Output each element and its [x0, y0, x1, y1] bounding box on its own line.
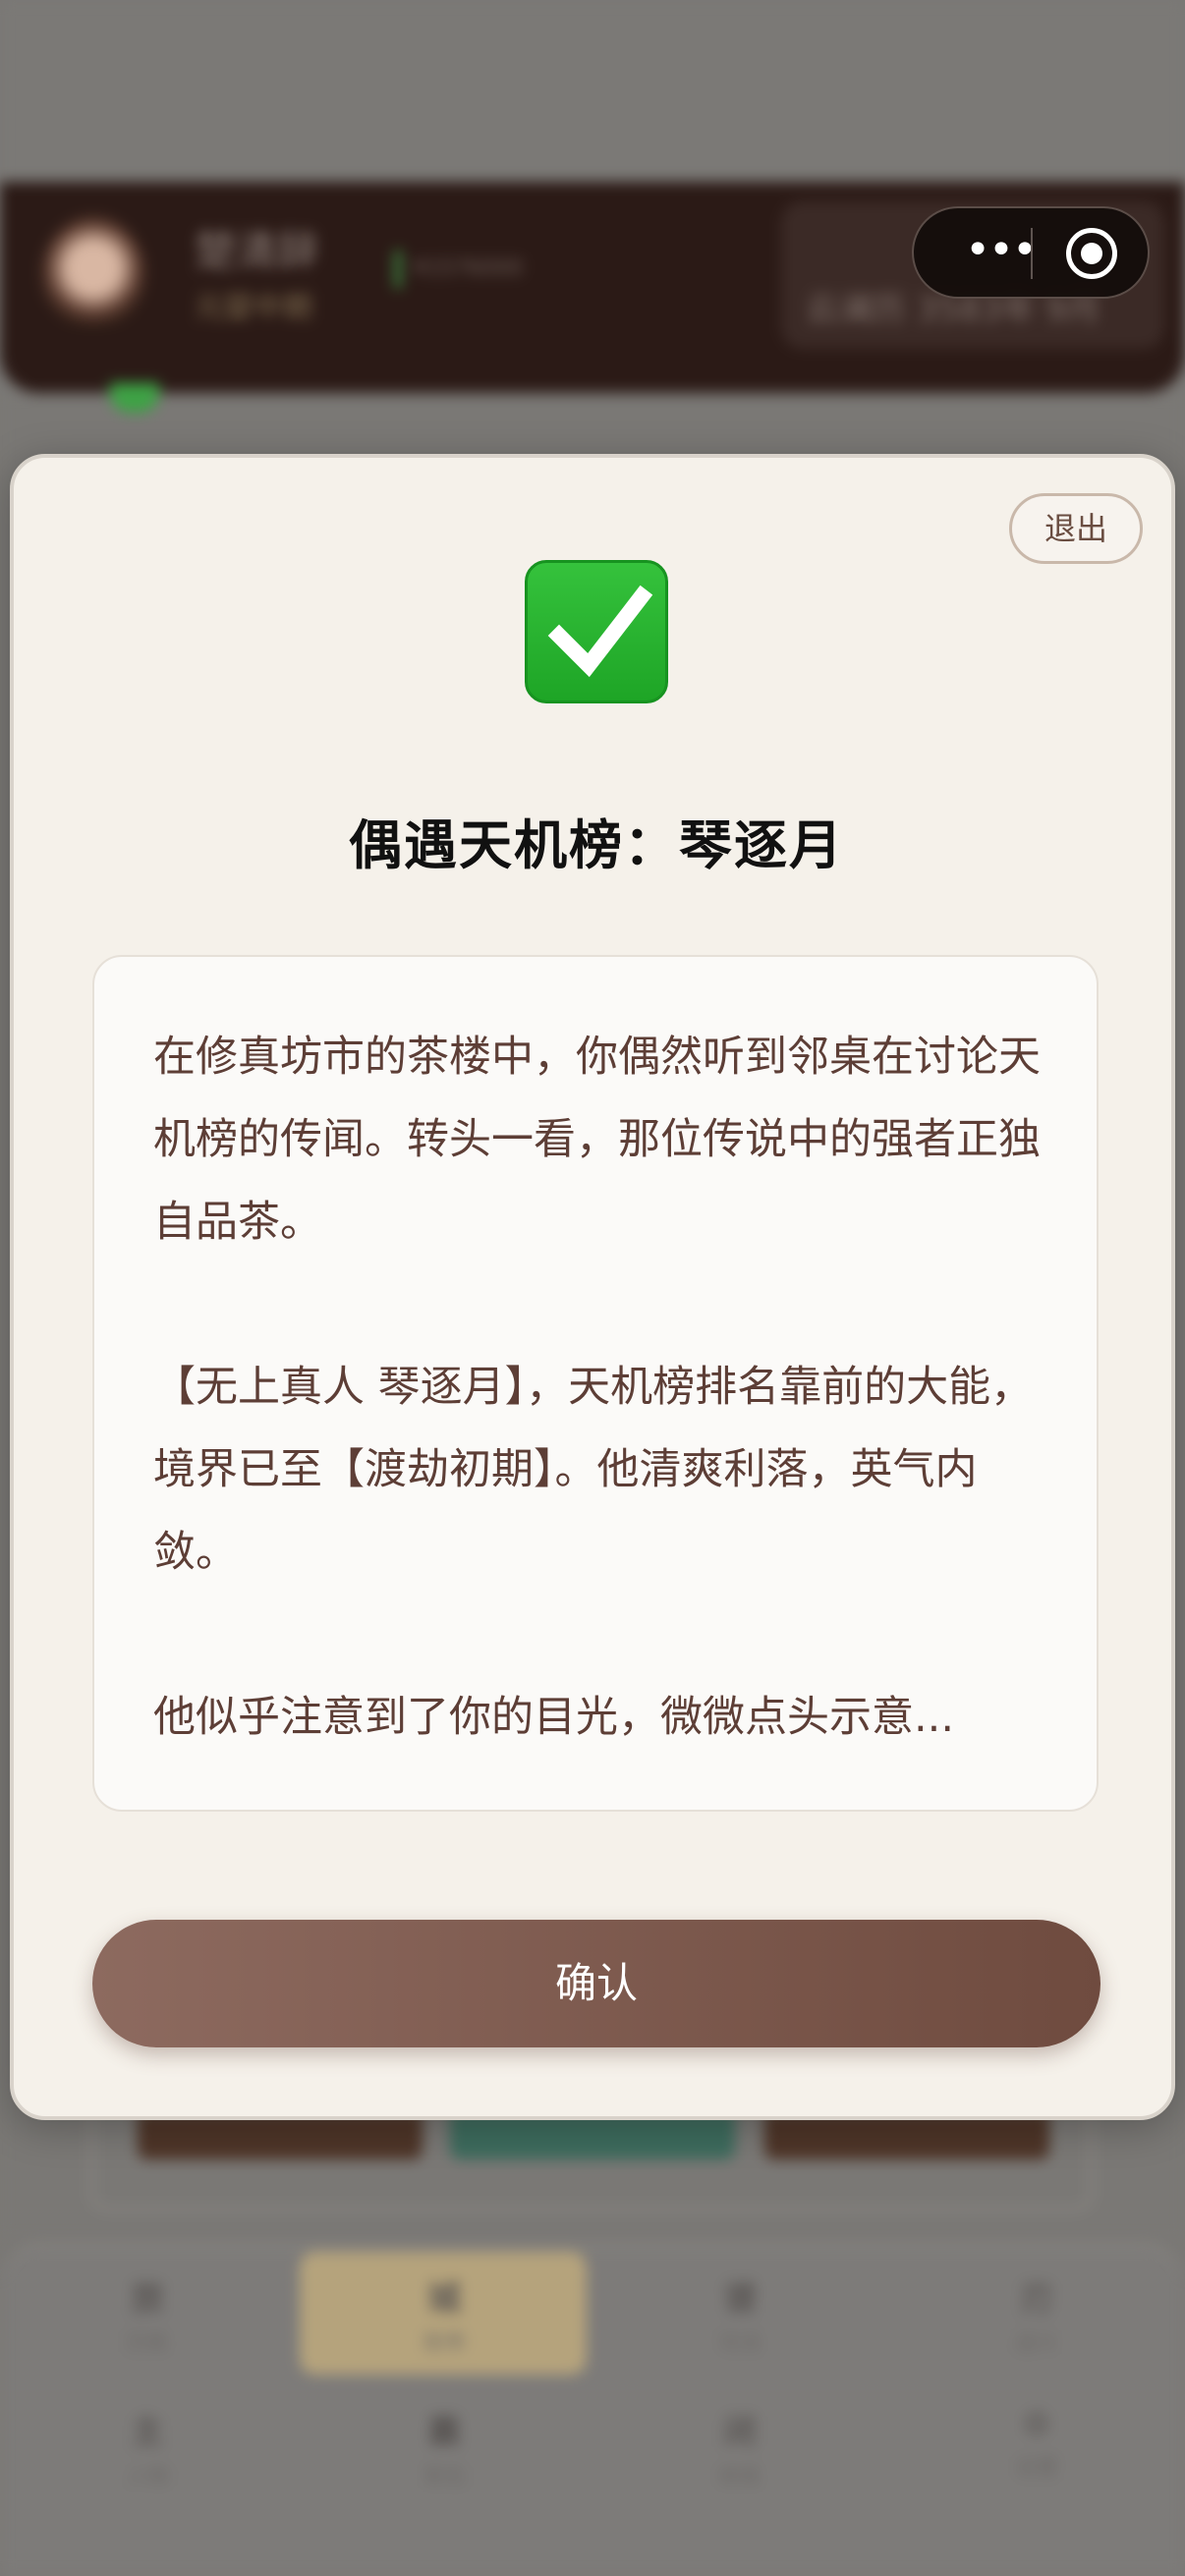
nav-glyph: 城: [427, 2279, 461, 2319]
nav-item-0: 旅 历练: [88, 2271, 206, 2357]
nav-item-7: ⚙ 设置: [978, 2405, 1096, 2482]
capsule-divider: [1031, 228, 1033, 279]
background-top: [0, 0, 1185, 187]
nav-item-6: 闭 修炼: [681, 2405, 799, 2491]
resource-bar: ¥1576000: [395, 251, 562, 288]
nav-label: 坊市: [422, 2331, 466, 2356]
nav-glyph: 谱: [723, 2279, 757, 2319]
exit-button[interactable]: 退出: [1009, 493, 1143, 564]
story-text: 在修真坊市的茶楼中，你偶然听到邻桌在讨论天机榜的传闻。转头一看，那位传说中的强者…: [153, 1016, 1057, 1759]
story-content-box[interactable]: 在修真坊市的茶楼中，你偶然听到邻桌在讨论天机榜的传闻。转头一看，那位传说中的强者…: [92, 955, 1099, 1812]
nav-label: 设置: [1014, 2456, 1058, 2481]
nav-glyph: 刃: [1020, 2279, 1053, 2319]
miniprogram-capsule: •••: [912, 206, 1150, 299]
check-mark-icon: [525, 560, 668, 703]
status-indicator: [110, 383, 159, 413]
nav-glyph: 闭: [723, 2413, 757, 2452]
nav-label: 修炼: [717, 2465, 762, 2490]
nav-item-1: 城 坊市: [385, 2271, 503, 2357]
nav-glyph: 主: [131, 2413, 164, 2452]
nav-label: 历练: [125, 2331, 169, 2356]
nav-glyph: ⚙: [1021, 2405, 1052, 2444]
avatar: [41, 216, 145, 332]
story-paragraph-3: 他似乎注意到了你的目光，微微点头示意...: [153, 1693, 955, 1742]
more-dots-icon[interactable]: •••: [943, 208, 1057, 297]
dialog-title: 偶遇天机榜：琴逐月: [349, 814, 844, 876]
nav-label: 战斗: [1014, 2331, 1058, 2356]
player-realm: 元婴中期: [195, 291, 312, 325]
confirm-button[interactable]: 确认: [92, 1920, 1100, 2047]
target-circle-icon[interactable]: [1066, 228, 1117, 279]
nav-glyph: 旅: [131, 2279, 164, 2319]
nav-item-4: 主 人物: [88, 2405, 206, 2491]
nav-label: 功法: [717, 2331, 762, 2356]
nav-item-3: 刃 战斗: [978, 2271, 1096, 2357]
event-dialog: 退出 偶遇天机榜：琴逐月 在修真坊市的茶楼中，你偶然听到邻桌在讨论天机榜的传闻。…: [10, 454, 1175, 2120]
nav-label: 背包: [422, 2465, 466, 2490]
story-paragraph-1: 在修真坊市的茶楼中，你偶然听到邻桌在讨论天机榜的传闻。转头一看，那位传说中的强者…: [153, 1033, 1041, 1247]
nav-glyph: 囊: [427, 2413, 461, 2452]
screen: 楚清辞 元婴中期 ¥1576000 云澜历 3583年 9月 旅 历练 城 坊市…: [0, 0, 1185, 2576]
story-paragraph-2: 【无上真人 琴逐月】，天机榜排名靠前的大能，境界已至【渡劫初期】。他清爽利落，英…: [153, 1363, 1034, 1577]
nav-label: 人物: [125, 2465, 169, 2490]
nav-item-2: 谱 功法: [681, 2271, 799, 2357]
nav-item-5: 囊 背包: [385, 2405, 503, 2491]
player-name: 楚清辞: [195, 227, 319, 275]
